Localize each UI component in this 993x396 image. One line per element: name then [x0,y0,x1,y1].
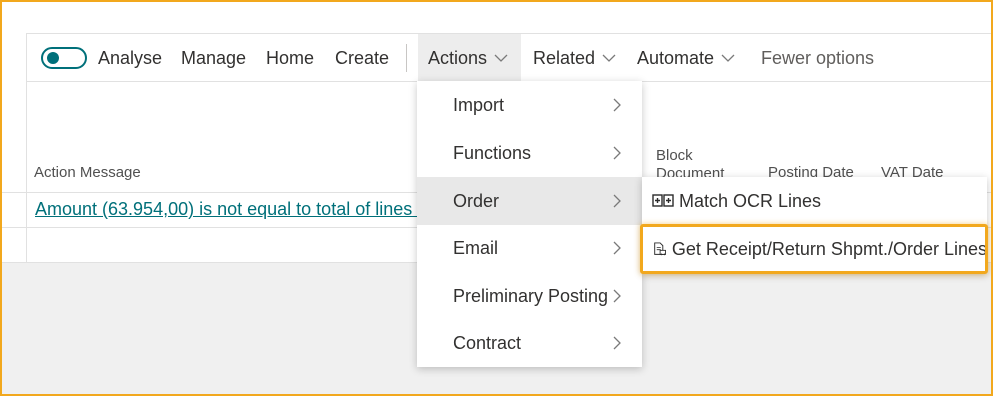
chevron-down-icon [602,54,616,62]
menu-manage[interactable]: Manage [181,34,246,82]
menu-automate[interactable]: Automate [637,34,736,82]
analyse-label[interactable]: Analyse [98,34,162,82]
chevron-right-icon [613,241,621,255]
chevron-down-icon [494,54,508,62]
menu-item-email[interactable]: Email [417,224,642,272]
menu-actions[interactable]: Actions [418,34,521,82]
match-ocr-lines-icon [652,194,674,207]
menu-item-preliminary-posting[interactable]: Preliminary Posting [417,272,642,320]
menu-item-order[interactable]: Order [417,177,642,225]
action-message-link[interactable]: Amount (63.954,00) is not equal to total… [35,199,417,220]
column-header-action-message[interactable]: Action Message [34,164,141,181]
menu-item-import[interactable]: Import [417,81,642,129]
analyse-toggle[interactable] [41,47,87,69]
toggle-knob [47,52,59,64]
chevron-right-icon [613,194,621,208]
chevron-right-icon [613,289,621,303]
actions-dropdown-menu: Import Functions Order Email Preliminary… [417,81,642,367]
chevron-right-icon [613,336,621,350]
menu-item-functions[interactable]: Functions [417,129,642,177]
chevron-right-icon [613,98,621,112]
menu-create[interactable]: Create [335,34,389,82]
action-bar: Analyse Manage Home Create Actions Relat… [26,34,991,82]
submenu-item-match-ocr-lines[interactable]: Match OCR Lines [642,177,987,225]
menu-related[interactable]: Related [533,34,617,82]
menu-item-contract[interactable]: Contract [417,319,642,367]
callout-highlight-box [640,224,988,274]
chevron-right-icon [613,146,621,160]
menu-home[interactable]: Home [266,34,314,82]
action-bar-separator [406,44,407,72]
column-header-block-document[interactable]: Block Document [656,147,734,181]
chevron-down-icon [721,54,735,62]
fewer-options-button[interactable]: Fewer options [761,34,874,82]
